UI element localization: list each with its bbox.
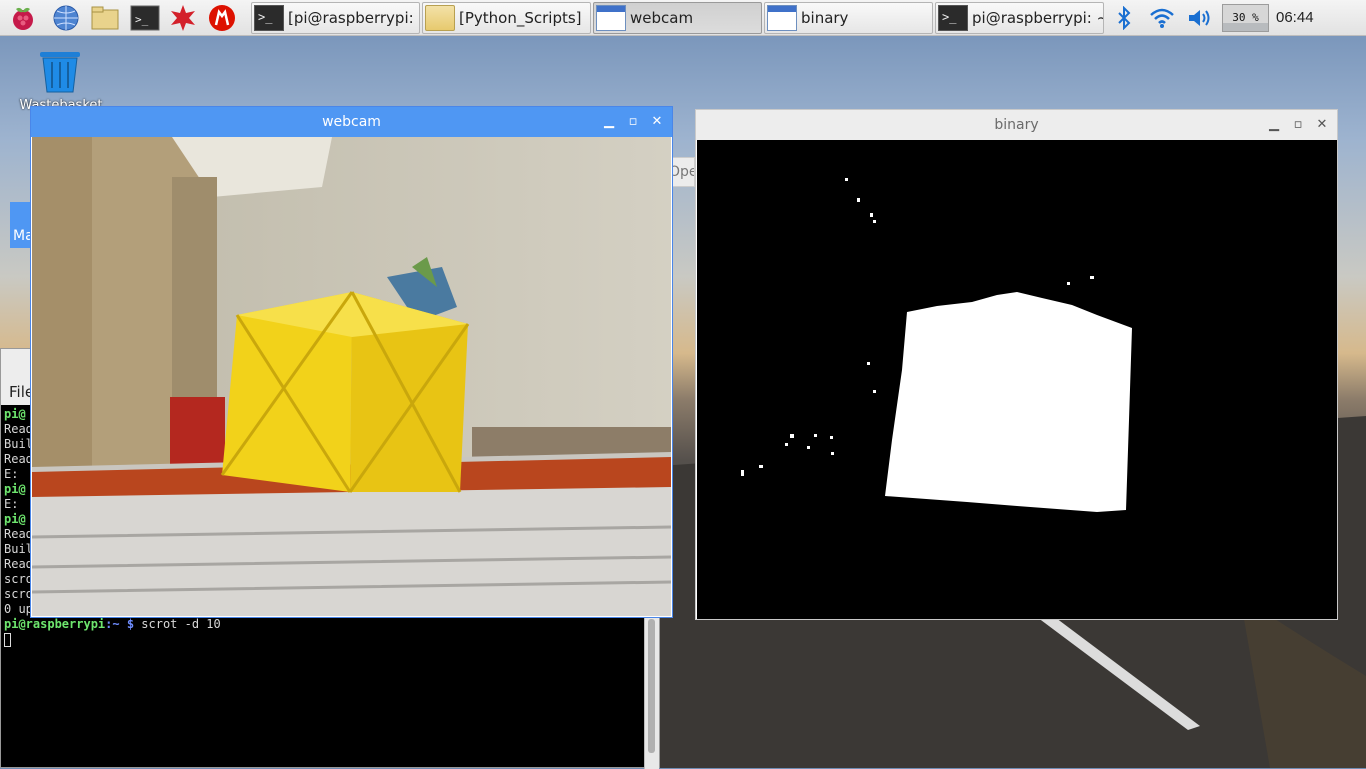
web-browser-icon[interactable] — [51, 3, 81, 33]
task-button-terminal[interactable]: >_ [pi@raspberrypi: ... — [251, 2, 420, 34]
hidden-window-label: Ma — [13, 228, 30, 244]
prompt-command: scrot -d 10 — [134, 617, 221, 631]
clock[interactable]: 06:44 — [1276, 0, 1314, 36]
math-kernel-icon[interactable] — [168, 3, 198, 33]
task-button-terminal-home[interactable]: >_ pi@raspberrypi: ~ — [935, 2, 1104, 34]
terminal-icon: >_ — [254, 5, 284, 31]
hidden-window-label: Ope — [673, 164, 694, 180]
minimize-button[interactable]: ▁ — [1267, 118, 1281, 132]
terminal-line-text: E: — [4, 497, 26, 511]
cpu-usage-bar — [1223, 23, 1268, 31]
terminal-line-text: pi@ — [4, 407, 26, 421]
window-icon — [767, 5, 797, 31]
terminal-prompt-line: pi@raspberrypi:~ $ scrot -d 10 — [4, 617, 644, 632]
terminal-line-text: Read — [4, 452, 33, 466]
task-button-python-scripts[interactable]: [Python_Scripts] — [422, 2, 591, 34]
prompt-symbol: $ — [119, 617, 135, 631]
terminal-icon: >_ — [938, 5, 968, 31]
terminal-line-text: scro — [4, 572, 33, 586]
maximize-button[interactable]: ▫ — [626, 115, 640, 129]
maximize-button[interactable]: ▫ — [1291, 118, 1305, 132]
terminal-line-text: Read — [4, 557, 33, 571]
task-button-label: pi@raspberrypi: ~ — [972, 9, 1104, 27]
svg-text:>_: >_ — [135, 13, 149, 26]
minimize-button[interactable]: ▁ — [602, 115, 616, 129]
close-button[interactable]: ✕ — [650, 115, 664, 129]
folder-icon — [425, 5, 455, 31]
terminal-line-text: Read — [4, 527, 33, 541]
terminal-line-text: Buil — [4, 437, 33, 451]
terminal-cursor — [4, 633, 11, 647]
prompt-user: pi@raspberrypi — [4, 617, 106, 631]
terminal-line-text: Buil — [4, 542, 33, 556]
wifi-icon[interactable] — [1148, 4, 1176, 32]
terminal-icon[interactable]: >_ — [130, 3, 160, 33]
cpu-monitor[interactable]: 30 % — [1222, 4, 1269, 32]
binary-window[interactable]: binary ▁ ▫ ✕ — [695, 109, 1338, 620]
window-icon — [596, 5, 626, 31]
webcam-window[interactable]: webcam ▁ ▫ ✕ — [30, 106, 673, 618]
terminal-line-text: 0 up — [4, 602, 33, 616]
prompt-path: :~ — [105, 617, 120, 631]
window-titlebar[interactable]: binary ▁ ▫ ✕ — [696, 110, 1337, 140]
hidden-window-fragment: Ope — [672, 157, 695, 187]
terminal-scrollbar[interactable] — [644, 617, 659, 769]
volume-icon[interactable] — [1185, 4, 1213, 32]
binary-mask-image — [697, 140, 1337, 619]
wastebasket-icon[interactable] — [36, 50, 84, 94]
terminal-line-text: Read — [4, 422, 33, 436]
task-button-binary[interactable]: binary — [764, 2, 933, 34]
scrollbar-thumb[interactable] — [648, 619, 655, 753]
terminal-line-text: pi@ — [4, 482, 26, 496]
task-button-label: [pi@raspberrypi: ... — [288, 9, 420, 27]
task-button-label: [Python_Scripts] — [459, 9, 582, 27]
window-title: webcam — [322, 114, 381, 130]
bluetooth-icon[interactable] — [1112, 4, 1136, 32]
terminal-line-text: pi@ — [4, 512, 26, 526]
terminal-line-text: scro — [4, 587, 33, 601]
close-button[interactable]: ✕ — [1315, 118, 1329, 132]
taskbar: >_ >_ [pi@raspberrypi: ... [Python_Scrip… — [0, 0, 1366, 36]
task-button-webcam[interactable]: webcam — [593, 2, 762, 34]
file-manager-icon[interactable] — [90, 3, 120, 33]
task-button-label: binary — [801, 9, 849, 27]
window-title: binary — [994, 117, 1039, 133]
raspberry-menu-icon[interactable] — [8, 3, 38, 33]
window-titlebar[interactable]: webcam ▁ ▫ ✕ — [31, 107, 672, 137]
task-button-label: webcam — [630, 9, 694, 27]
webcam-frame-image — [32, 137, 671, 616]
wolfram-icon[interactable] — [207, 3, 237, 33]
cpu-label: 30 % — [1232, 11, 1259, 24]
terminal-line-text: E: — [4, 467, 26, 481]
